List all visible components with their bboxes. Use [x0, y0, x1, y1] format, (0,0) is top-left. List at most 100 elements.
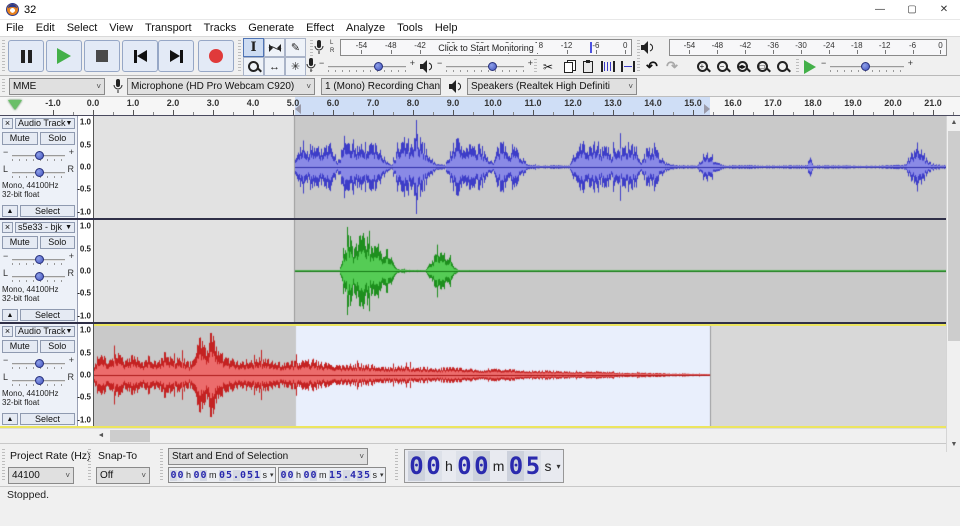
- stop-button[interactable]: [84, 40, 120, 72]
- recording-volume-slider[interactable]: −+: [322, 59, 412, 73]
- toolbar-grip[interactable]: [534, 59, 537, 72]
- menu-tools[interactable]: Tools: [391, 20, 429, 36]
- menu-select[interactable]: Select: [61, 20, 104, 36]
- horizontal-scroll-thumb[interactable]: [110, 430, 150, 442]
- playback-meter-scale[interactable]: -54-48-42-36-30-24-18-12-60: [669, 39, 947, 56]
- amplitude-ruler[interactable]: 1.0 0.5 0.0 -0.5 -1.0: [78, 116, 94, 218]
- zoom-toggle-button[interactable]: [772, 58, 792, 75]
- zoom-out-button[interactable]: −: [712, 58, 732, 75]
- time-digit[interactable]: 0: [425, 451, 442, 481]
- multi-tool-button[interactable]: ✳: [285, 57, 306, 76]
- selection-time-digit[interactable]: 4: [350, 470, 357, 481]
- track-close-button[interactable]: ×: [2, 326, 13, 337]
- menu-file[interactable]: File: [0, 20, 30, 36]
- recording-channels-dropdown[interactable]: 1 (Mono) Recording Channe˅: [321, 78, 441, 95]
- timeline-ruler[interactable]: -1.00.01.02.03.04.05.06.07.08.09.010.011…: [0, 97, 960, 116]
- pan-slider[interactable]: LR: [6, 373, 71, 387]
- time-digit[interactable]: 5: [524, 451, 541, 481]
- snap-to-dropdown[interactable]: Off˅: [96, 467, 150, 484]
- playback-volume-slider[interactable]: −+: [440, 59, 530, 73]
- close-button[interactable]: ✕: [928, 0, 960, 19]
- menu-analyze[interactable]: Analyze: [340, 20, 391, 36]
- gain-slider[interactable]: −+: [6, 356, 71, 370]
- mute-button[interactable]: Mute: [2, 236, 38, 249]
- zoom-tool-button[interactable]: [243, 57, 264, 76]
- time-digit[interactable]: 0: [408, 451, 425, 481]
- selection-time-digit[interactable]: s: [371, 470, 380, 480]
- selection-time-digit[interactable]: 1: [329, 470, 336, 481]
- collapse-button[interactable]: ▲: [2, 205, 18, 217]
- scroll-down-icon[interactable]: ▼: [947, 438, 960, 452]
- gain-slider[interactable]: −+: [6, 148, 71, 162]
- toolbar-grip[interactable]: [160, 449, 163, 481]
- paste-button[interactable]: [578, 58, 598, 75]
- scroll-up-icon[interactable]: ▲: [947, 116, 960, 130]
- record-button[interactable]: [198, 40, 234, 72]
- skip-to-end-button[interactable]: [158, 40, 194, 72]
- amplitude-ruler[interactable]: 1.0 0.5 0.0 -0.5 -1.0: [78, 220, 94, 322]
- time-digit[interactable]: s: [541, 458, 554, 474]
- vertical-scroll-thumb[interactable]: [948, 131, 960, 341]
- draw-tool-button[interactable]: ✎: [285, 38, 306, 57]
- pan-slider[interactable]: LR: [6, 269, 71, 283]
- menu-transport[interactable]: Transport: [139, 20, 198, 36]
- toolbar-grip[interactable]: [395, 449, 398, 481]
- selection-time-digit[interactable]: 0: [219, 470, 226, 481]
- audio-host-dropdown[interactable]: MME˅: [9, 78, 105, 95]
- horizontal-scrollbar[interactable]: ◄ ►: [0, 428, 960, 443]
- audio-position-display[interactable]: 00h00m05s▾: [404, 449, 564, 483]
- play-at-speed-button[interactable]: [800, 58, 820, 75]
- menu-help[interactable]: Help: [429, 20, 464, 36]
- recording-meter[interactable]: LR -54-48-42-36-30-24-18-12-60Click to S…: [314, 39, 634, 56]
- pan-slider[interactable]: LR: [6, 165, 71, 179]
- selection-time-digit[interactable]: 5: [336, 470, 343, 481]
- selection-time-digit[interactable]: 0: [310, 470, 317, 481]
- selection-time-digit[interactable]: s: [261, 470, 270, 480]
- selection-time-digit[interactable]: h: [184, 470, 193, 480]
- track-close-button[interactable]: ×: [2, 118, 13, 129]
- menu-edit[interactable]: Edit: [30, 20, 61, 36]
- toolbar-grip[interactable]: [2, 449, 5, 481]
- selection-start-field[interactable]: 00h00m05.051s▾: [168, 467, 276, 483]
- selection-time-digit[interactable]: 5: [364, 470, 371, 481]
- toolbar-grip[interactable]: [88, 449, 91, 481]
- undo-button[interactable]: ↶: [642, 58, 662, 75]
- select-button[interactable]: Select: [20, 205, 75, 217]
- track-name-menu[interactable]: Audio Track▼: [15, 326, 75, 337]
- minimize-button[interactable]: —: [864, 0, 896, 19]
- selection-time-digit[interactable]: h: [294, 470, 303, 480]
- cut-button[interactable]: ✂: [538, 58, 558, 75]
- toolbar-grip[interactable]: [2, 40, 5, 72]
- amplitude-ruler[interactable]: 1.0 0.5 0.0 -0.5 -1.0: [78, 324, 94, 426]
- maximize-button[interactable]: ▢: [896, 0, 928, 19]
- time-digit[interactable]: 0: [473, 451, 490, 481]
- collapse-button[interactable]: ▲: [2, 309, 18, 321]
- toolbar-grip[interactable]: [238, 40, 241, 72]
- selection-time-digit[interactable]: 5: [226, 470, 233, 481]
- selection-time-digit[interactable]: 0: [200, 470, 207, 481]
- zoom-in-button[interactable]: +: [692, 58, 712, 75]
- solo-button[interactable]: Solo: [40, 340, 76, 353]
- selection-time-digit[interactable]: 0: [287, 470, 294, 481]
- skip-to-start-button[interactable]: [122, 40, 158, 72]
- pause-button[interactable]: [8, 40, 44, 72]
- solo-button[interactable]: Solo: [40, 236, 76, 249]
- zoom-selection-button[interactable]: ◂▸: [732, 58, 752, 75]
- selection-time-digit[interactable]: 0: [303, 470, 310, 481]
- fit-project-button[interactable]: ▭: [752, 58, 772, 75]
- project-rate-dropdown[interactable]: 44100˅: [8, 467, 74, 484]
- track-name-menu[interactable]: Audio Track▼: [15, 118, 75, 129]
- gain-slider[interactable]: −+: [6, 252, 71, 266]
- select-button[interactable]: Select: [20, 413, 75, 425]
- selection-end-field[interactable]: 00h00m15.435s▾: [278, 467, 386, 483]
- time-digit[interactable]: 0: [507, 451, 524, 481]
- time-digit[interactable]: 0: [456, 451, 473, 481]
- timeshift-tool-button[interactable]: ↔: [264, 57, 285, 76]
- mute-button[interactable]: Mute: [2, 132, 38, 145]
- envelope-tool-button[interactable]: [264, 38, 285, 57]
- playback-meter[interactable]: -54-48-42-36-30-24-18-12-60: [641, 39, 949, 56]
- selection-time-digit[interactable]: .: [343, 470, 350, 481]
- selection-time-digit[interactable]: 0: [177, 470, 184, 481]
- time-digit[interactable]: m: [490, 458, 508, 474]
- menu-tracks[interactable]: Tracks: [198, 20, 243, 36]
